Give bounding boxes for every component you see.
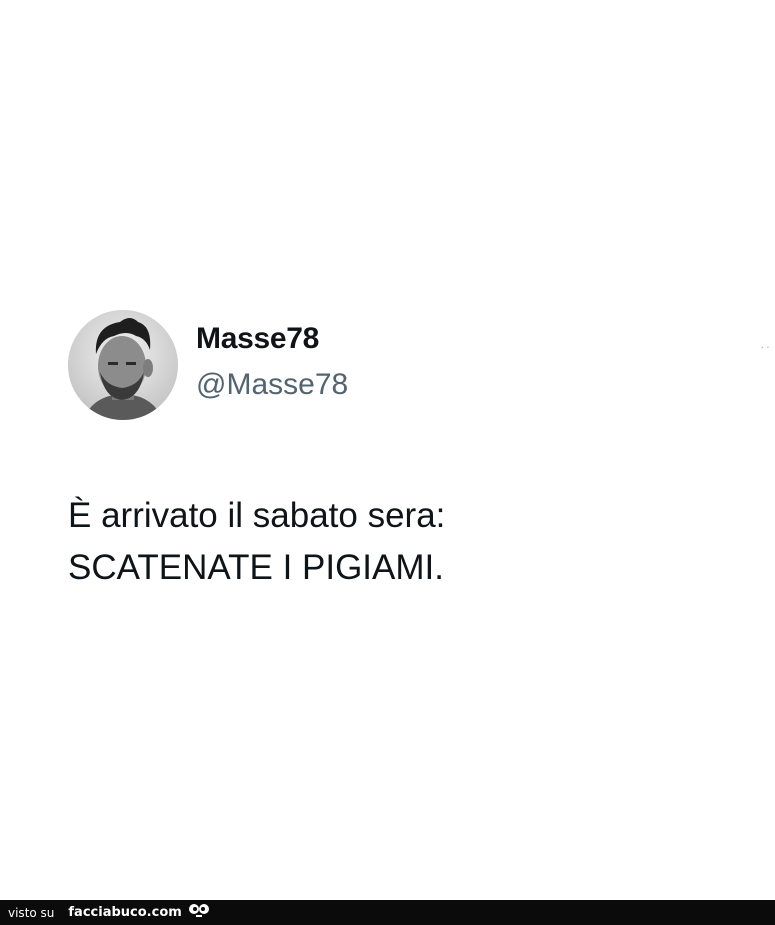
footer-prefix: visto su <box>8 905 55 920</box>
tweet-card: Masse78 @Masse78 ·· È arrivato il sabato… <box>0 0 775 900</box>
footer-site-name[interactable]: facciabuco.com <box>68 905 181 920</box>
watermark-footer: visto su facciabuco.com <box>0 900 775 925</box>
avatar-photo <box>68 310 178 420</box>
display-name[interactable]: Masse78 <box>196 322 319 356</box>
avatar[interactable] <box>68 310 178 420</box>
user-handle[interactable]: @Masse78 <box>196 368 348 402</box>
eyes-logo-icon <box>188 902 210 923</box>
more-options-icon[interactable]: ·· <box>760 338 771 354</box>
tweet-text: È arrivato il sabato sera: SCATENATE I P… <box>68 496 446 587</box>
